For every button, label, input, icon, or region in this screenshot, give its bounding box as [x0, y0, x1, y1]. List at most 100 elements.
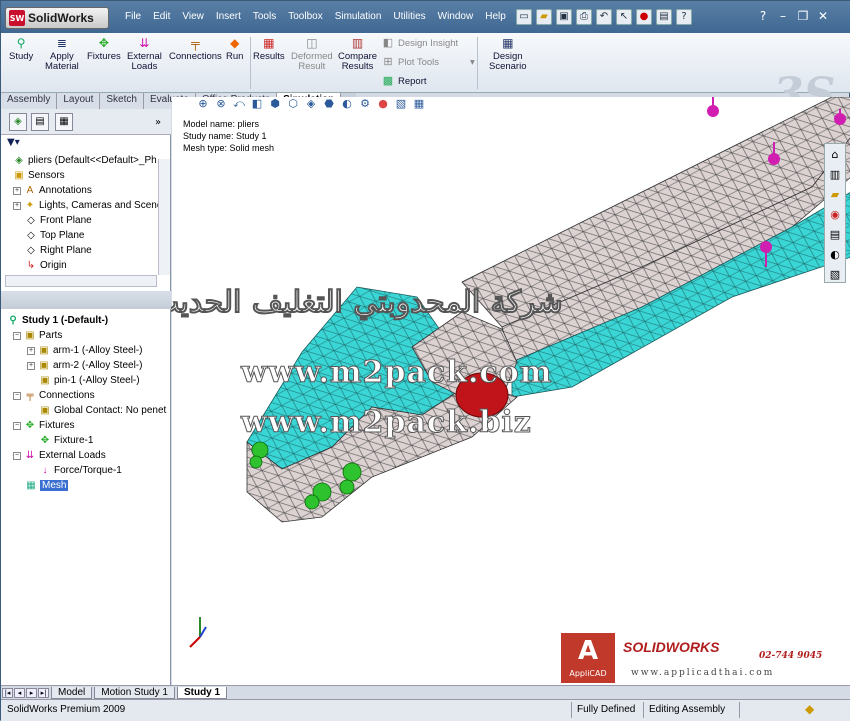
display-style-icon[interactable]: ⬡: [286, 97, 300, 111]
select-icon[interactable]: ↖: [616, 9, 632, 25]
expand-icon[interactable]: +: [13, 201, 21, 210]
zoom-to-fit-icon[interactable]: ⊕: [196, 97, 210, 111]
study-global-contact[interactable]: ▣ Global Contact: No penet: [39, 405, 166, 416]
first-tab-icon[interactable]: |◂: [2, 687, 13, 698]
next-tab-icon[interactable]: ▸: [26, 687, 37, 698]
tab-assembly[interactable]: Assembly: [1, 93, 58, 109]
previous-view-icon[interactable]: ⤺: [232, 97, 246, 111]
tree-item-front-plane[interactable]: ◇ Front Plane: [25, 215, 92, 226]
tree-item-origin[interactable]: ↳ Origin: [25, 260, 67, 271]
apply-material-button[interactable]: ≣ Apply Material: [45, 36, 79, 72]
print-icon[interactable]: ⎙: [576, 9, 592, 25]
panel-splitter[interactable]: [1, 291, 171, 309]
menu-file[interactable]: File: [119, 9, 147, 24]
view-settings-icon[interactable]: ⚙: [358, 97, 372, 111]
menu-toolbox[interactable]: Toolbox: [282, 9, 328, 24]
close-button[interactable]: ✕: [816, 9, 830, 23]
tab-model[interactable]: Model: [51, 686, 93, 699]
connections-button[interactable]: ╤ Connections: [169, 36, 222, 62]
tree-item-right-plane[interactable]: ◇ Right Plane: [25, 245, 92, 256]
menu-help[interactable]: Help: [479, 9, 512, 24]
last-tab-icon[interactable]: ▸|: [38, 687, 49, 698]
tree-item-lights[interactable]: + ✦ Lights, Cameras and Scene: [13, 200, 162, 211]
results-button[interactable]: ▦ Results: [253, 36, 285, 62]
tree-item-sensors[interactable]: ▣ Sensors: [13, 170, 64, 181]
tree-item-annotations[interactable]: + A Annotations: [13, 185, 92, 196]
external-loads-button[interactable]: ⇊ External Loads: [127, 36, 162, 72]
menu-edit[interactable]: Edit: [147, 9, 176, 24]
apply-scene-icon[interactable]: ◐: [340, 97, 354, 111]
expand-panel-icon[interactable]: »: [155, 117, 161, 128]
configuration-manager-tab-icon[interactable]: ▦: [55, 113, 73, 131]
tab-study-1[interactable]: Study 1: [176, 686, 228, 699]
study-mesh[interactable]: ▦ Mesh: [25, 480, 69, 491]
menu-utilities[interactable]: Utilities: [387, 9, 431, 24]
tab-sketch[interactable]: Sketch: [100, 93, 144, 109]
study-fixture-1[interactable]: ✥ Fixture-1: [39, 435, 94, 446]
study-fixtures-folder[interactable]: − ✥ Fixtures: [13, 420, 75, 431]
help-button[interactable]: ?: [756, 9, 770, 23]
deformed-result-button[interactable]: ◫ Deformed Result: [291, 36, 333, 72]
plot-tools-button[interactable]: ⊞ Plot Tools ▾: [381, 56, 474, 68]
tree-item-top-plane[interactable]: ◇ Top Plane: [25, 230, 84, 241]
realview-icon[interactable]: ▧: [394, 97, 408, 111]
design-insight-button[interactable]: ◧ Design Insight: [381, 37, 458, 49]
new-icon[interactable]: ▭: [516, 9, 532, 25]
collapse-icon[interactable]: −: [13, 421, 21, 430]
property-manager-tab-icon[interactable]: ▤: [31, 113, 49, 131]
tree-root-pliers[interactable]: ◈ pliers (Default<<Default>_Ph: [13, 155, 157, 166]
filter-icon[interactable]: ▼▾: [7, 137, 37, 151]
minimize-button[interactable]: –: [776, 9, 790, 23]
restore-button[interactable]: ❐: [796, 9, 810, 23]
search-icon[interactable]: ◉: [826, 206, 844, 224]
prev-tab-icon[interactable]: ◂: [14, 687, 25, 698]
rebuild-icon[interactable]: ●: [636, 9, 652, 25]
design-scenario-button[interactable]: ▦ Design Scenario: [489, 36, 527, 72]
view-orientation-icon[interactable]: ⬢: [268, 97, 282, 111]
study-button[interactable]: ⚲ Study: [9, 36, 33, 62]
tree-vertical-scrollbar[interactable]: [158, 159, 170, 275]
appearance-icon[interactable]: ●: [376, 97, 390, 111]
menu-simulation[interactable]: Simulation: [329, 9, 388, 24]
collapse-icon[interactable]: −: [13, 451, 21, 460]
edit-appearance-icon[interactable]: ⬣: [322, 97, 336, 111]
menu-tools[interactable]: Tools: [247, 9, 282, 24]
design-library-icon[interactable]: ▥: [826, 166, 844, 184]
fixtures-button[interactable]: ✥ Fixtures: [87, 36, 121, 62]
expand-icon[interactable]: +: [27, 361, 35, 370]
appearances-icon[interactable]: ◐: [826, 246, 844, 264]
hide-show-icon[interactable]: ◈: [304, 97, 318, 111]
home-icon[interactable]: ⌂: [826, 146, 844, 164]
study-force-torque-1[interactable]: ↓ Force/Torque-1: [39, 465, 122, 476]
help-icon[interactable]: ?: [676, 9, 692, 25]
options-icon[interactable]: ▤: [656, 9, 672, 25]
compare-results-button[interactable]: ▥ Compare Results: [338, 36, 377, 72]
custom-properties-icon[interactable]: ▧: [826, 266, 844, 284]
study-connections-folder[interactable]: − ╤ Connections: [13, 390, 95, 401]
feature-manager-tab-icon[interactable]: ◈: [9, 113, 27, 131]
tab-layout[interactable]: Layout: [57, 93, 101, 109]
section-view-icon[interactable]: ◧: [250, 97, 264, 111]
study-part-arm-1[interactable]: + ▣ arm-1 (-Alloy Steel-): [27, 345, 142, 356]
collapse-icon[interactable]: −: [13, 391, 21, 400]
study-parts-folder[interactable]: − ▣ Parts: [13, 330, 62, 341]
save-icon[interactable]: ▣: [556, 9, 572, 25]
menu-window[interactable]: Window: [432, 9, 480, 24]
tab-motion-study-1[interactable]: Motion Study 1: [94, 686, 175, 699]
study-part-arm-2[interactable]: + ▣ arm-2 (-Alloy Steel-): [27, 360, 142, 371]
menu-insert[interactable]: Insert: [210, 9, 247, 24]
zoom-to-area-icon[interactable]: ⊗: [214, 97, 228, 111]
expand-icon[interactable]: +: [13, 186, 21, 195]
view-palette-icon[interactable]: ▤: [826, 226, 844, 244]
collapse-icon[interactable]: −: [13, 331, 21, 340]
menu-view[interactable]: View: [176, 9, 210, 24]
run-button[interactable]: ◆ Run: [226, 36, 243, 62]
study-root[interactable]: ⚲ Study 1 (-Default-): [7, 315, 108, 326]
open-icon[interactable]: ▰: [536, 9, 552, 25]
study-part-pin-1[interactable]: ▣ pin-1 (-Alloy Steel-): [39, 375, 139, 386]
shadows-icon[interactable]: ▦: [412, 97, 426, 111]
app-logo[interactable]: SW SolidWorks: [5, 7, 109, 29]
undo-icon[interactable]: ↶: [596, 9, 612, 25]
file-explorer-icon[interactable]: ▰: [826, 186, 844, 204]
expand-icon[interactable]: +: [27, 346, 35, 355]
